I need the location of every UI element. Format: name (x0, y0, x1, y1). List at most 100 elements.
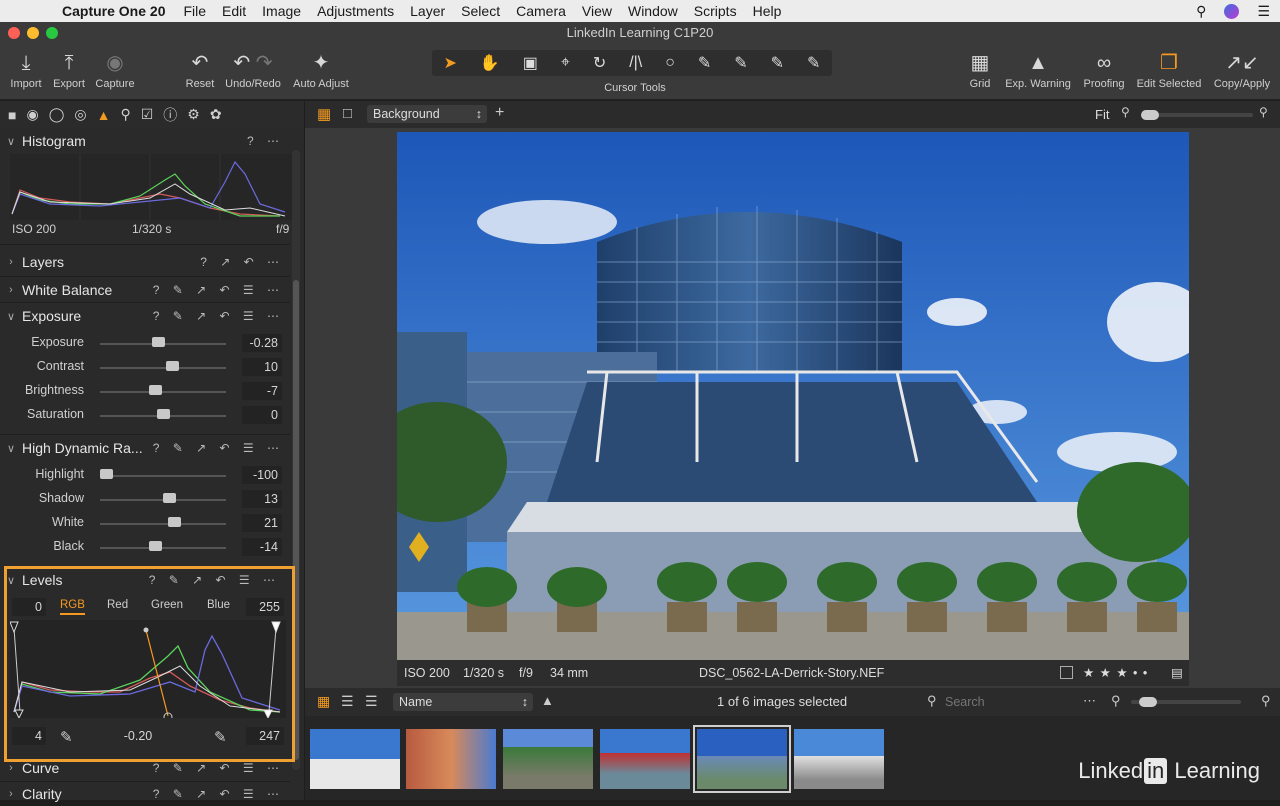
menu-select[interactable]: Select (453, 3, 508, 19)
menu-image[interactable]: Image (254, 3, 309, 19)
zoom-in-icon[interactable]: ⚲ (1259, 105, 1268, 119)
select-cursor-icon[interactable]: ➤ (443, 53, 456, 73)
sort-dropdown[interactable]: Name ↕ (393, 693, 533, 711)
exposure-header[interactable]: ∨ Exposure ? ✎ ↗ ↶ ☰ ⋯ (0, 304, 290, 328)
thumbnail-4[interactable] (600, 729, 690, 789)
zoom-slider[interactable] (1141, 110, 1253, 120)
loupe-icon[interactable]: ▣ (523, 53, 538, 73)
menu-window[interactable]: Window (620, 3, 686, 19)
proofing-button[interactable]: ∞ Proofing (1078, 48, 1130, 90)
slider-value[interactable]: -7 (242, 382, 282, 400)
levels-output-high-handle[interactable] (263, 709, 273, 720)
menu-scripts[interactable]: Scripts (686, 3, 745, 19)
curve-tool-icons[interactable]: ? ✎ ↗ ↶ ☰ ⋯ (153, 761, 284, 775)
undo-redo-button[interactable]: ↶ ↷ Undo/Redo (222, 48, 284, 90)
main-photo[interactable] (397, 132, 1189, 660)
histogram-header[interactable]: ∨ Histogram ? ⋯ (0, 129, 290, 153)
batch-tab-icon[interactable]: ✿ (210, 106, 222, 123)
edit-selected-button[interactable]: ❐ Edit Selected (1132, 48, 1206, 90)
draw-mask-icon[interactable]: ✎ (698, 53, 711, 73)
levels-input-low-handle[interactable] (9, 621, 19, 634)
curve-header[interactable]: › Curve ? ✎ ↗ ↶ ☰ ⋯ (0, 756, 290, 780)
histogram-tool-icons[interactable]: ? ⋯ (247, 134, 284, 148)
add-layer-icon[interactable]: + (495, 104, 504, 122)
list-view-icon[interactable]: ☰ (341, 693, 354, 710)
app-menu[interactable]: Capture One 20 (54, 3, 175, 19)
multi-view-icon[interactable]: ▦ (317, 105, 331, 123)
white-point-picker-icon[interactable]: ✎ (214, 728, 227, 746)
sort-direction-icon[interactable]: ▲ (541, 693, 554, 708)
clarity-header[interactable]: › Clarity ? ✎ ↗ ↶ ☰ ⋯ (0, 782, 290, 806)
color-tab-icon[interactable]: ◎ (74, 106, 86, 123)
white-balance-tool-icons[interactable]: ? ✎ ↗ ↶ ☰ ⋯ (153, 283, 284, 297)
keystone-icon[interactable]: /|\ (629, 54, 642, 72)
search-input[interactable] (945, 693, 1095, 711)
slider-value[interactable]: 0 (242, 406, 282, 424)
menu-view[interactable]: View (574, 3, 620, 19)
circle-mask-icon[interactable]: ○ (665, 54, 675, 72)
capture-button[interactable]: ◉ Capture (92, 48, 138, 90)
thumbnail-6[interactable] (794, 729, 884, 789)
layers-tool-icons[interactable]: ? ↗ ↶ ⋯ (200, 255, 284, 269)
thumbnail-1[interactable] (310, 729, 400, 789)
thumb-size-small-icon[interactable]: ⚲ (1111, 693, 1121, 709)
levels-output-low[interactable]: 4 (12, 727, 46, 745)
menu-layer[interactable]: Layer (402, 3, 453, 19)
levels-tool-icons[interactable]: ? ✎ ↗ ↶ ☰ ⋯ (149, 573, 280, 587)
menu-edit[interactable]: Edit (214, 3, 254, 19)
output-tab-icon[interactable]: ⚙ (187, 106, 200, 123)
zoom-fit-label[interactable]: Fit (1095, 107, 1109, 122)
slider-knob[interactable] (148, 541, 162, 551)
export-button[interactable]: ⤒ Export (48, 48, 90, 90)
thumbnail-size-slider[interactable] (1131, 697, 1241, 707)
brush-icon[interactable]: ✎ (734, 53, 747, 73)
grid-view-icon[interactable]: ▦ (317, 693, 330, 710)
slider-value[interactable]: -100 (242, 466, 282, 484)
hdr-header[interactable]: ∨ High Dynamic Ra... ? ✎ ↗ ↶ ☰ ⋯ (0, 436, 290, 460)
thumbnail-5-selected[interactable] (693, 725, 791, 793)
erase-mask-icon[interactable]: ✎ (771, 53, 784, 73)
slider-knob[interactable] (167, 517, 181, 527)
slider-knob[interactable] (165, 361, 179, 371)
capture-tab-icon[interactable]: ◉ (26, 106, 38, 123)
levels-graph[interactable] (9, 620, 286, 722)
thumbnail-2[interactable] (406, 729, 496, 789)
slider-value[interactable]: 13 (242, 490, 282, 508)
slider-knob[interactable] (163, 493, 177, 503)
control-center-icon[interactable]: ☰ (1257, 3, 1270, 20)
exposure-warning-button[interactable]: ▲ Exp. Warning (1002, 48, 1074, 90)
thumbnail-size-thumb[interactable] (1139, 697, 1157, 707)
import-button[interactable]: ⤓ Import (6, 48, 46, 90)
heal-icon[interactable]: ✎ (807, 53, 820, 73)
clarity-tool-icons[interactable]: ? ✎ ↗ ↶ ☰ ⋯ (153, 787, 284, 801)
exposure-tool-icons[interactable]: ? ✎ ↗ ↶ ☰ ⋯ (153, 309, 284, 323)
levels-channel-rgb[interactable]: RGB (60, 599, 85, 615)
star-rating[interactable]: ★ ★ ★ • • (1083, 665, 1148, 680)
slider-knob[interactable] (100, 469, 113, 479)
layer-dropdown[interactable]: Background ↕ (367, 105, 487, 123)
layers-header[interactable]: › Layers ? ↗ ↶ ⋯ (0, 250, 290, 274)
color-tag-icon[interactable]: ▤ (1171, 665, 1183, 680)
filmstrip-view-icon[interactable]: ☰ (365, 693, 378, 710)
levels-header[interactable]: ∨ Levels ? ✎ ↗ ↶ ☰ ⋯ (0, 568, 290, 592)
levels-channel-red[interactable]: Red (107, 599, 128, 611)
slider-track[interactable] (100, 523, 226, 525)
library-tab-icon[interactable]: ■ (8, 107, 16, 123)
copy-apply-button[interactable]: ↗↙ Copy/Apply (1210, 48, 1274, 90)
slider-knob[interactable] (151, 337, 165, 347)
pan-hand-icon[interactable]: ✋ (480, 53, 500, 73)
levels-input-low[interactable]: 0 (12, 598, 46, 616)
levels-output-high[interactable]: 247 (246, 727, 284, 745)
spotlight-search-icon[interactable]: ⚲ (1196, 3, 1206, 20)
levels-channel-green[interactable]: Green (151, 599, 183, 611)
slider-value[interactable]: -14 (242, 538, 282, 556)
zoom-out-icon[interactable]: ⚲ (1121, 105, 1130, 119)
search-options-icon[interactable]: ⋯ (1083, 693, 1096, 709)
slider-knob[interactable] (156, 409, 170, 419)
reset-button[interactable]: ↶ Reset (182, 48, 218, 90)
metadata-tab-icon[interactable]: ⓘ (163, 105, 177, 125)
slider-track[interactable] (100, 391, 226, 393)
details-tab-icon[interactable]: ⚲ (120, 106, 130, 123)
levels-output-low-handle[interactable] (14, 709, 24, 720)
select-checkbox[interactable] (1060, 666, 1073, 679)
